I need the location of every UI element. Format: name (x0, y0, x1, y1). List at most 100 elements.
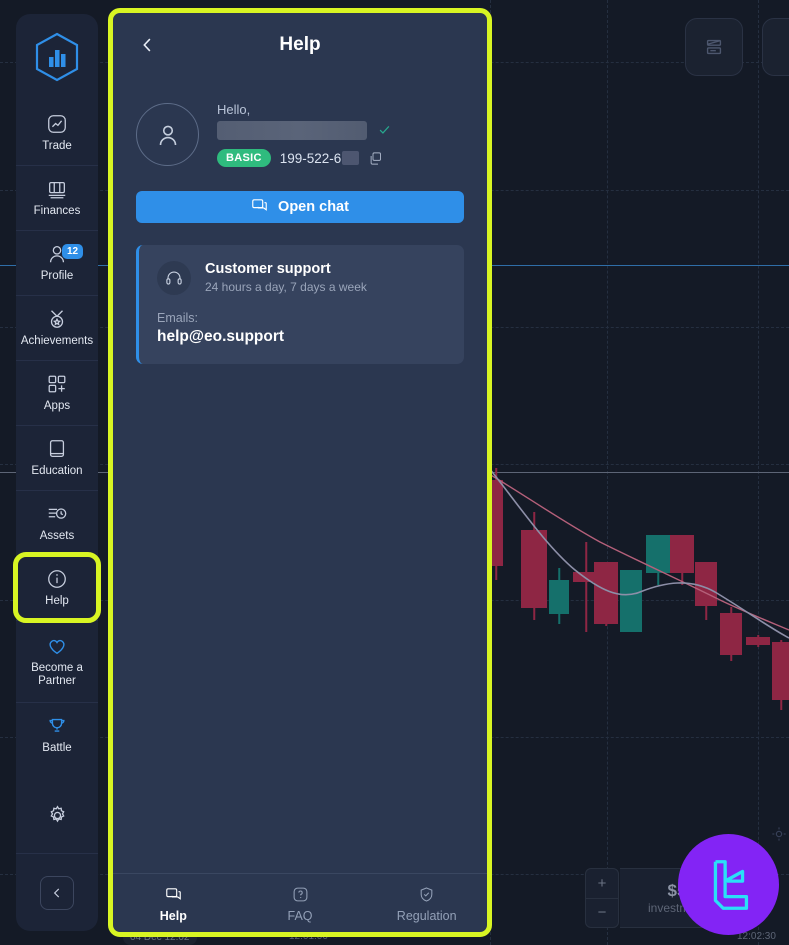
candle (521, 512, 547, 620)
sidebar-item-achievements[interactable]: Achievements (16, 295, 98, 360)
chart-tool-button-2[interactable] (762, 18, 789, 76)
open-chat-label: Open chat (278, 199, 349, 215)
profile-summary: Hello, BASIC 199-522-6 (136, 102, 464, 167)
tab-help-label: Help (159, 909, 187, 923)
sidebar-item-apps[interactable]: Apps (16, 360, 98, 425)
sidebar-label-finances: Finances (33, 205, 81, 217)
sidebar-item-battle[interactable]: Battle (16, 702, 98, 767)
indicators-icon (706, 39, 722, 55)
sidebar-collapse-button[interactable] (40, 875, 74, 910)
chart-side-tool-icon[interactable] (771, 826, 787, 847)
chevron-left-icon (143, 38, 151, 52)
gear-icon (46, 804, 69, 832)
sidebar-item-trade[interactable]: Trade (16, 100, 98, 165)
sidebar-label-education: Education (31, 465, 83, 477)
account-name-redacted (217, 121, 367, 140)
sidebar-item-profile[interactable]: 12 Profile (16, 230, 98, 295)
copy-icon[interactable] (368, 151, 383, 166)
emails-label: Emails: (157, 311, 198, 325)
tab-faq-label: FAQ (287, 909, 313, 923)
app-logo[interactable] (34, 14, 80, 100)
sidebar-item-become-a-partner[interactable]: Become a Partner (16, 620, 98, 702)
candle (695, 562, 717, 620)
candle (720, 607, 742, 661)
avatar[interactable] (136, 103, 199, 166)
headset-icon (157, 261, 191, 295)
help-panel-body: Hello, BASIC 199-522-6 Open chat Custome… (110, 80, 490, 873)
tab-help[interactable]: Help (110, 874, 237, 935)
sidebar-item-finances[interactable]: Finances (16, 165, 98, 230)
tab-faq[interactable]: FAQ (237, 874, 364, 935)
sidebar-label-help: Help (45, 595, 69, 607)
support-card-header: Customer support 24 hours a day, 7 days … (157, 261, 446, 295)
candle (594, 562, 618, 626)
chat-bubble-icon (251, 197, 268, 218)
support-title: Customer support (205, 261, 331, 277)
candle (620, 570, 642, 632)
check-icon (377, 122, 392, 140)
sidebar-item-assets[interactable]: Assets (16, 490, 98, 555)
candle (489, 468, 503, 580)
account-id-row: BASIC 199-522-6 (217, 149, 464, 167)
support-hours: 24 hours a day, 7 days a week (205, 280, 367, 294)
eo-logo-icon (713, 859, 748, 910)
person-icon (159, 125, 176, 145)
chat-bubble-icon (165, 886, 182, 903)
candle (670, 535, 694, 585)
sidebar-label-become-a-partner: Become a Partner (31, 662, 83, 687)
heart-icon (46, 635, 68, 657)
sidebar-collapse-row[interactable] (16, 853, 98, 931)
investment-stepper[interactable]: + − (585, 868, 619, 928)
candle (549, 568, 569, 624)
candle (772, 640, 789, 710)
help-panel-header: Help (110, 10, 490, 80)
account-name-row (217, 121, 464, 140)
chevron-left-icon (53, 888, 60, 897)
chart-tool-button-1[interactable] (685, 18, 743, 76)
tab-regulation-label: Regulation (396, 909, 457, 923)
sidebar-item-help[interactable]: Help (13, 552, 101, 623)
sidebar-label-apps: Apps (43, 400, 71, 412)
sidebar-item-education[interactable]: Education (16, 425, 98, 490)
help-panel: Help Hello, BASIC 199-522-6 Open chat Cu… (108, 8, 492, 937)
wallet-icon (46, 178, 68, 200)
sidebar-label-trade: Trade (42, 139, 72, 152)
status-badge: BASIC (217, 149, 271, 167)
eo-logo-cursor (678, 834, 779, 935)
trophy-icon (46, 715, 68, 737)
left-sidebar: Trade Finances 12 Profile Achievements A… (13, 14, 101, 931)
account-id: 199-522-6 (280, 151, 360, 166)
assets-clock-icon (46, 503, 68, 525)
greeting-label: Hello, (217, 102, 251, 117)
investment-decrease-button[interactable]: − (586, 899, 618, 928)
shield-check-icon (418, 886, 435, 903)
info-circle-icon (46, 568, 68, 590)
open-chat-button[interactable]: Open chat (136, 191, 464, 223)
medal-icon (46, 308, 68, 330)
sidebar-label-battle: Battle (42, 742, 72, 754)
sidebar-label-profile: Profile (40, 270, 74, 282)
customer-support-card: Customer support 24 hours a day, 7 days … (136, 245, 464, 364)
book-icon (46, 438, 68, 460)
help-panel-footer: Help FAQ Regulation (110, 873, 490, 935)
question-circle-icon (292, 886, 309, 903)
candle (646, 535, 670, 585)
candle (746, 635, 770, 647)
sidebar-label-assets: Assets (39, 530, 75, 542)
sidebar-item-settings[interactable] (16, 783, 98, 853)
app-root: 04 Dec 12:02 12:01:00 12:02:30 + − $5 in… (0, 0, 789, 945)
hexagon-bars-logo (35, 32, 79, 82)
apps-grid-plus-icon (46, 373, 68, 395)
investment-increase-button[interactable]: + (586, 869, 618, 899)
profile-badge: 12 (62, 244, 84, 259)
sidebar-label-achievements: Achievements (20, 335, 94, 347)
tab-regulation[interactable]: Regulation (363, 874, 490, 935)
support-card-text: Customer support 24 hours a day, 7 days … (205, 261, 367, 294)
account-id-mask (342, 151, 360, 165)
profile-details: Hello, BASIC 199-522-6 (217, 102, 464, 167)
line-chart-icon (46, 113, 68, 135)
support-email[interactable]: help@eo.support (157, 328, 446, 346)
page-title: Help (279, 34, 321, 55)
back-button[interactable] (138, 36, 157, 55)
account-id-value: 199-522-6 (279, 150, 342, 166)
